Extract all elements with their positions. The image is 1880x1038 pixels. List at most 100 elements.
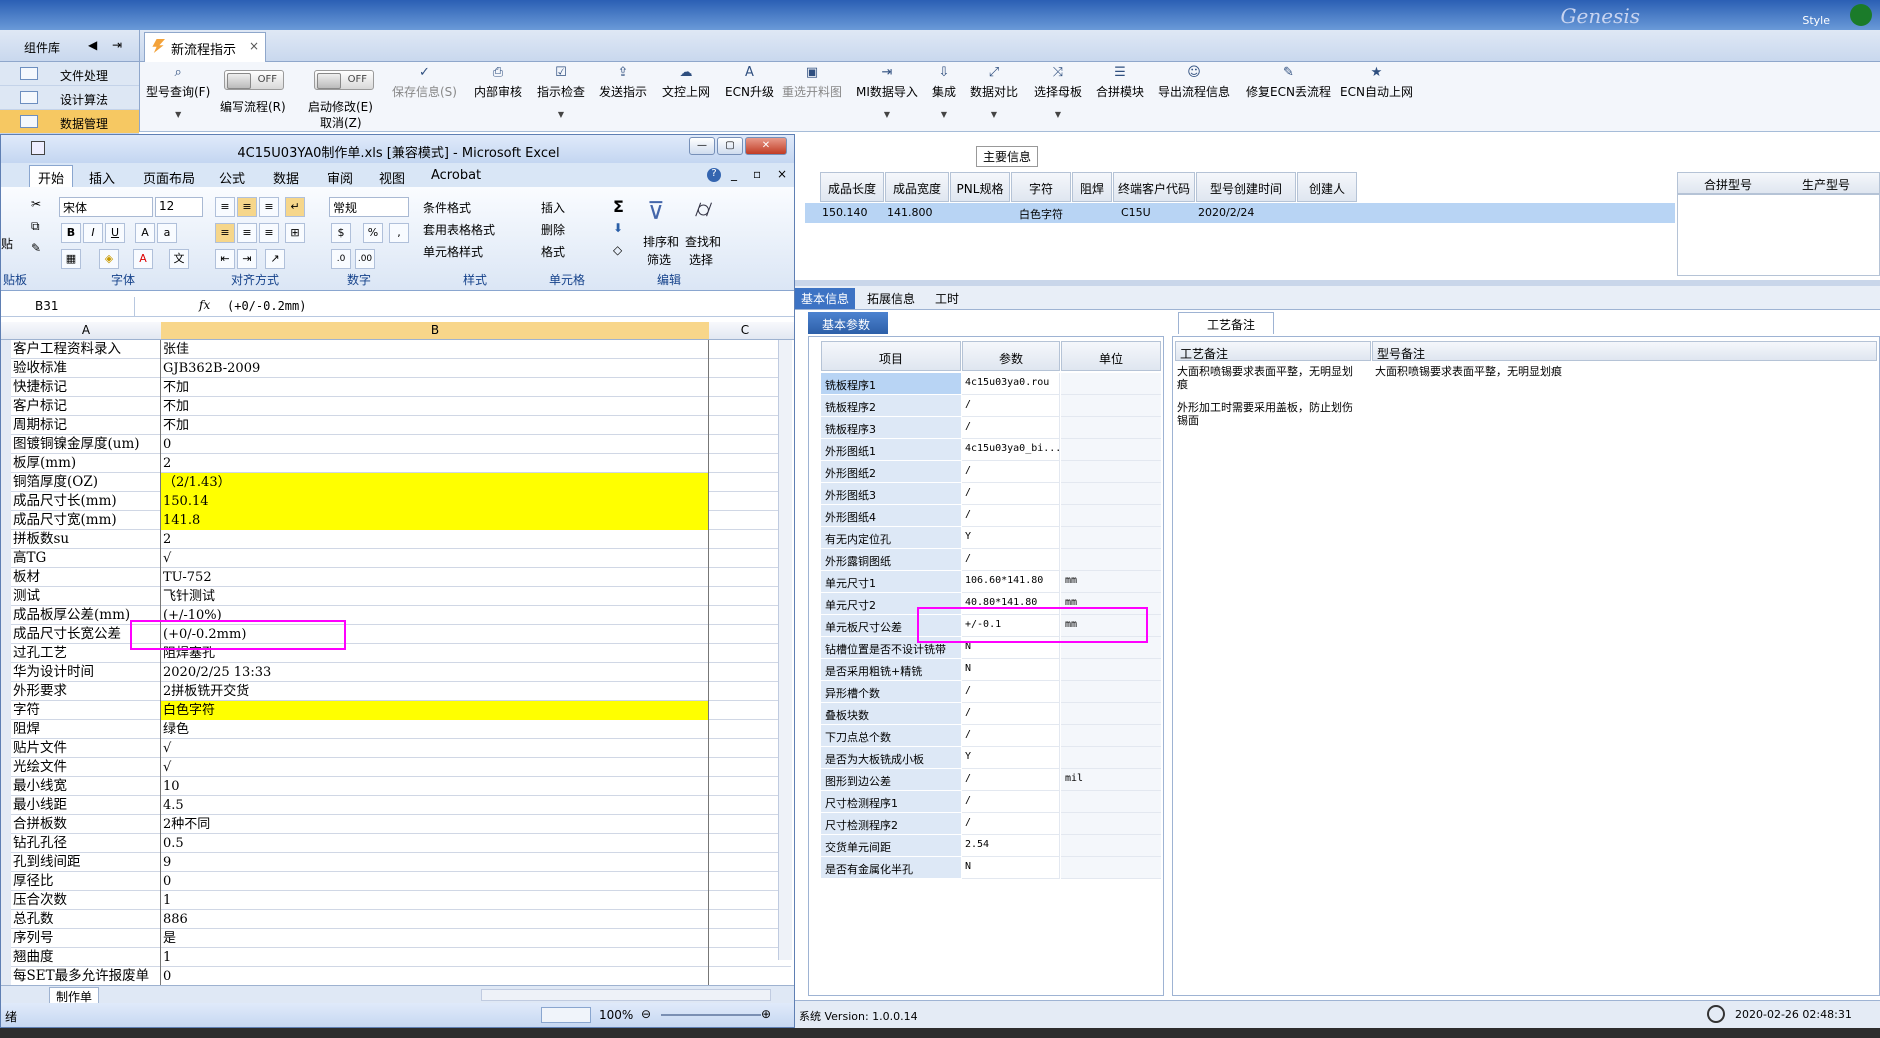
param-value[interactable]: / xyxy=(962,395,1060,417)
view-mode-icons[interactable] xyxy=(541,1007,591,1023)
cancel-modify-label[interactable]: 取消(Z) xyxy=(320,114,362,131)
cell-b[interactable]: 绿色 xyxy=(161,720,709,739)
font-name-select[interactable]: 宋体 xyxy=(59,197,153,217)
param-value[interactable]: / xyxy=(962,549,1060,571)
tab-extended-info[interactable]: 拓展信息 xyxy=(861,288,921,309)
sheet-row[interactable]: 验收标准 GJB362B-2009 xyxy=(1,359,791,378)
cell-b[interactable]: √ xyxy=(161,549,709,568)
cell-b[interactable]: 9 xyxy=(161,853,709,872)
find-select-button[interactable]: 查找和 xyxy=(685,233,721,250)
cell-b[interactable]: 150.14 xyxy=(161,492,709,511)
cell-a[interactable]: 周期标记 xyxy=(11,416,161,435)
cell-a[interactable]: 压合次数 xyxy=(11,891,161,910)
cell-b[interactable]: 2种不同 xyxy=(161,815,709,834)
tab-insert[interactable]: 插入 xyxy=(81,166,123,189)
tab-basic-params[interactable]: 基本参数 xyxy=(808,312,888,334)
col-header-unit[interactable]: 单位 xyxy=(1061,341,1161,371)
sheet-row[interactable]: 成品尺寸长宽公差 (+0/-0.2mm) xyxy=(1,625,791,644)
cell-b[interactable]: 4.5 xyxy=(161,796,709,815)
col-header-char[interactable]: 字符 xyxy=(1011,172,1071,202)
param-value[interactable]: 4c15u03ya0.rou xyxy=(962,373,1060,395)
cell-a[interactable]: 客户工程资料录入 xyxy=(11,340,161,359)
italic-icon[interactable]: I xyxy=(83,223,103,243)
cell-b[interactable]: 2拼板铣开交货 xyxy=(161,682,709,701)
cell-b[interactable]: 0 xyxy=(161,967,709,985)
sheet-row[interactable]: 板厚(mm) 2 xyxy=(1,454,791,473)
cut-icon[interactable]: ✂ xyxy=(31,197,41,211)
sheet-row[interactable]: 客户工程资料录入 张佳 xyxy=(1,340,791,359)
cell-b[interactable]: 10 xyxy=(161,777,709,796)
cell-a[interactable]: 拼板数su xyxy=(11,530,161,549)
data-compare-button[interactable]: ⤢ 数据对比 ▼ xyxy=(970,66,1018,120)
cell-a[interactable]: 高TG xyxy=(11,549,161,568)
cell-b[interactable]: 0 xyxy=(161,872,709,891)
row-header[interactable] xyxy=(1,891,11,910)
cell-b[interactable]: 1 xyxy=(161,891,709,910)
row-header[interactable] xyxy=(1,397,11,416)
sheet-row[interactable]: 光绘文件 √ xyxy=(1,758,791,777)
write-process-toggle[interactable]: OFF xyxy=(224,70,284,90)
sheet-row[interactable]: 快捷标记 不加 xyxy=(1,378,791,397)
sheet-row[interactable]: 每SET最多允许报废单 0 xyxy=(1,967,791,985)
row-header[interactable] xyxy=(1,967,11,985)
row-header[interactable] xyxy=(1,473,11,492)
function-icon[interactable]: fx xyxy=(199,298,210,312)
row-header[interactable] xyxy=(1,435,11,454)
ribbon-restore-icon[interactable]: ▫ xyxy=(753,167,761,181)
cell-a[interactable]: 图镀铜镍金厚度(um) xyxy=(11,435,161,454)
tab-review[interactable]: 审阅 xyxy=(319,166,361,189)
param-row[interactable]: 尺寸检测程序1/ xyxy=(821,791,1161,813)
param-value[interactable]: / xyxy=(962,505,1060,527)
param-row[interactable]: 铣板程序3/ xyxy=(821,417,1161,439)
col-header-created-time[interactable]: 型号创建时间 xyxy=(1196,172,1296,202)
doc-online-button[interactable]: ☁ 文控上网 xyxy=(662,66,710,100)
increase-indent-icon[interactable]: ⇥ xyxy=(237,249,257,269)
cell-a[interactable]: 合拼板数 xyxy=(11,815,161,834)
sheet-row[interactable]: 高TG √ xyxy=(1,549,791,568)
component-item-file[interactable]: 文件处理 xyxy=(0,62,139,86)
cell-b[interactable]: 不加 xyxy=(161,397,709,416)
align-bottom-icon[interactable]: ≡ xyxy=(259,197,279,217)
component-item-data[interactable]: 数据管理 xyxy=(0,110,139,134)
row-header[interactable] xyxy=(1,378,11,397)
font-color-icon[interactable]: A xyxy=(133,249,153,269)
param-row[interactable]: 是否采用粗铣+精铣 N xyxy=(821,659,1161,681)
row-header[interactable] xyxy=(1,454,11,473)
cell-a[interactable]: 序列号 xyxy=(11,929,161,948)
help-icon[interactable]: ? xyxy=(707,168,721,182)
param-row[interactable]: 有无内定位孔 Y xyxy=(821,527,1161,549)
ecn-auto-online-button[interactable]: ★ ECN自动上网 xyxy=(1340,66,1413,100)
sheet-row[interactable]: 成品尺寸宽(mm) 141.8 xyxy=(1,511,791,530)
row-header[interactable] xyxy=(1,853,11,872)
cell-b[interactable]: 141.8 xyxy=(161,511,709,530)
param-value[interactable]: 2.54 xyxy=(962,835,1060,857)
shrink-font-icon[interactable]: a xyxy=(157,223,177,243)
border-icon[interactable]: ▦ xyxy=(61,249,81,269)
vertical-scrollbar[interactable] xyxy=(778,340,792,960)
start-modify-toggle[interactable]: OFF xyxy=(314,70,374,90)
row-header[interactable] xyxy=(1,530,11,549)
zoom-slider[interactable] xyxy=(661,1014,761,1016)
sheet-row[interactable]: 翘曲度 1 xyxy=(1,948,791,967)
param-row[interactable]: 是否有金属化半孔 N xyxy=(821,857,1161,879)
cell-a[interactable]: 最小线距 xyxy=(11,796,161,815)
param-row[interactable]: 单元尺寸1 106.60*141.80 mm xyxy=(821,571,1161,593)
currency-icon[interactable]: $ xyxy=(331,223,351,243)
underline-icon[interactable]: U xyxy=(105,223,125,243)
binoculars-icon[interactable]: ⌭ xyxy=(695,195,712,223)
sheet-row[interactable]: 阻焊 绿色 xyxy=(1,720,791,739)
row-header[interactable] xyxy=(1,587,11,606)
cell-a[interactable]: 板厚(mm) xyxy=(11,454,161,473)
row-header[interactable] xyxy=(1,644,11,663)
param-value[interactable]: 106.60*141.80 xyxy=(962,571,1060,593)
zoom-out-icon[interactable]: ⊖ xyxy=(641,1007,651,1021)
cell-c[interactable] xyxy=(709,967,791,985)
sheet-row[interactable]: 最小线宽 10 xyxy=(1,777,791,796)
percent-icon[interactable]: % xyxy=(363,223,383,243)
param-row[interactable]: 外形露铜图纸 / xyxy=(821,549,1161,571)
sheet-row[interactable]: 成品尺寸长(mm) 150.14 xyxy=(1,492,791,511)
model-note-text[interactable]: 大面积喷锡要求表面平整，无明显划痕 xyxy=(1375,365,1855,378)
param-value[interactable]: / xyxy=(962,791,1060,813)
sheet-row[interactable]: 铜箔厚度(OZ) （2/1.43） xyxy=(1,473,791,492)
sheet-row[interactable]: 钻孔孔径 0.5 xyxy=(1,834,791,853)
